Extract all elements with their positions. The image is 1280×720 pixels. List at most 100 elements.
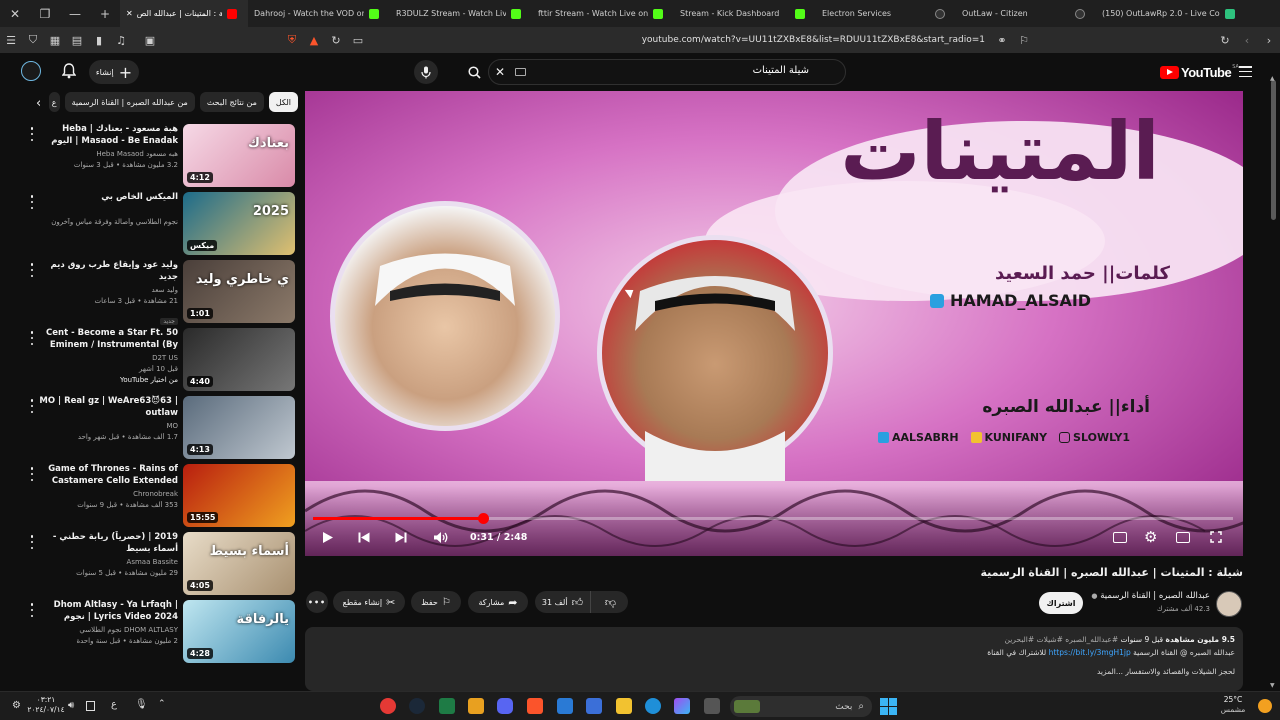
discord-icon[interactable] [497,698,513,714]
steam-icon[interactable] [409,698,425,714]
list-item[interactable]: 4:13 MO | Real gz | WeAre63😈63 | outlaw MO… [0,393,300,461]
clock[interactable]: ٠٣:٢١ ٢٠٢٤/٠٧/١٤ [26,695,66,715]
subtitles-icon[interactable] [1113,532,1127,543]
microphone-icon[interactable]: 🎙︎ [135,699,148,710]
page-scrollbar[interactable] [1271,80,1276,220]
video-thumbnail[interactable]: بعنادك 4:12 [183,124,295,187]
browser-tab[interactable]: R3DULZ Stream - Watch Live o [390,0,532,27]
task-view-icon[interactable] [704,698,720,714]
edge-icon[interactable] [645,698,661,714]
browser-tab[interactable]: Electron Services [816,0,956,27]
channel-name[interactable]: وليد سعد [38,286,178,294]
channel-name[interactable]: DHOM ALTLASY نجوم الطلاسي [38,626,178,634]
browser-tab[interactable]: (150) OutLawRp 2.0 - Live Comi [1096,0,1246,27]
video-title[interactable]: 2019 | (حصرياً) ربابة حطني - أسماء بسيط [38,531,178,555]
guide-menu-icon[interactable] [1239,66,1252,77]
chip-from-search[interactable]: من نتائج البحث [199,92,264,112]
clear-search-icon[interactable]: ✕ [495,65,505,79]
list-item[interactable]: 15:55 Game of Thrones - Rains of Castamer… [0,461,300,529]
new-tab-button[interactable]: + [90,0,120,27]
channel-name[interactable]: عبدالله الصبره | القناة الرسمية [1100,591,1210,601]
youtube-logo[interactable]: YouTube SA [1160,64,1239,80]
chip-partial[interactable]: ع [48,92,60,112]
play-icon[interactable] [322,531,334,544]
like-button[interactable]: 31 ألف 👍︎ [535,591,591,613]
forward-icon[interactable]: › [1259,30,1279,50]
brave-shield-icon[interactable]: ⛨ [282,30,302,50]
weather-widget[interactable]: 25°C مشمس [1218,695,1248,715]
settings-icon[interactable]: ⚙ [12,700,21,711]
channel-name[interactable]: هبه مسعود Heba Masaod [38,150,178,158]
settings-gear-icon[interactable]: ⚙ [1144,530,1157,545]
menu-icon[interactable]: ☰ [1,30,21,50]
more-options-icon[interactable] [28,263,36,277]
channel-avatar[interactable] [1216,591,1242,617]
miniplayer-icon[interactable] [1176,532,1190,543]
more-options-icon[interactable] [28,331,36,345]
obs-icon[interactable] [380,698,396,714]
device-icon[interactable] [86,701,95,711]
more-options-icon[interactable] [28,535,36,549]
search-input[interactable]: شيلة المتينات [753,65,809,76]
fullscreen-icon[interactable] [1210,531,1222,543]
reload-page-icon[interactable]: ↻ [326,30,346,50]
list-item[interactable]: بعنادك 4:12 هبة مسعود - بعنادك | Heba Masa… [0,121,300,189]
video-thumbnail[interactable]: 2025 ميكس [183,192,295,255]
restore-window-icon[interactable]: ❐ [30,0,60,27]
brave-icon[interactable] [527,698,543,714]
video-thumbnail[interactable]: 4:40 [183,328,295,391]
clip-button[interactable]: إنشاء مقطع ✂ [333,591,405,613]
more-options-icon[interactable] [28,399,36,413]
file-explorer-icon[interactable] [616,698,632,714]
app-orange-icon[interactable] [468,698,484,714]
cast-icon[interactable]: ▭ [348,30,368,50]
browser-tab[interactable]: ✕شيلة : المتينات | عبدالله الص [120,0,248,27]
list-item[interactable]: يالرفاقة 4:28 Dhom Altlasy - Ya Lrfaqh | L… [0,597,300,665]
save-button[interactable]: حفظ ⚐ [411,591,461,613]
sidebar-icon[interactable]: ▮ [89,30,109,50]
share-button[interactable]: مشاركة ➦ [468,591,528,613]
description-link[interactable]: https://bit.ly/3mgH1jp [1049,648,1131,657]
channel-name[interactable]: نجوم الطلاسي وأصالة وفرقة مياس وآخرون [38,218,178,226]
copilot-icon[interactable] [674,698,690,714]
list-item[interactable]: ي خاطري وليد 1:01 وليد عود وإيقاع طرب روق … [0,257,300,325]
avatar[interactable] [21,61,41,81]
rewards-icon[interactable]: ▲ [304,30,324,50]
music-icon[interactable]: ♫ [111,30,131,50]
more-actions-button[interactable]: ••• [306,591,328,613]
more-options-icon[interactable] [28,127,36,141]
browser-tab[interactable]: fttir Stream - Watch Live on Ki [532,0,674,27]
tabs-icon[interactable]: ▤ [67,30,87,50]
scroll-down-icon[interactable]: ▼ [1270,682,1275,689]
progress-scrubber[interactable] [478,513,489,524]
voice-search-icon[interactable] [414,60,438,84]
outlook-icon[interactable] [557,698,573,714]
refresh-icon[interactable]: ↻ [1215,30,1235,50]
description-box[interactable]: 9.5 مليون مشاهدة قبل 9 سنوات #عبدالله_ال… [305,627,1243,691]
chip-from-channel[interactable]: من عبدالله الصبره | القناة الرسمية [64,92,195,112]
video-player[interactable]: المتينات كلمات|| حمد السعيد HAMAD_ALSAID… [305,91,1243,556]
notifications-bell-icon[interactable] [62,63,76,79]
hashtags[interactable]: #عبدالله_الصبره #شيلات #البحرين [1004,635,1118,644]
description-line-2[interactable]: لحجز الشيلات والقصائد والاستفسار ...المز… [313,665,1235,678]
link-icon[interactable]: ⚭ [992,30,1012,50]
video-title[interactable]: MO | Real gz | WeAre63😈63 | outlaw [38,395,178,419]
video-title[interactable]: وليد عود وإيقاع طرب روق ديم جديد [38,259,178,283]
video-title[interactable]: هبة مسعود - بعنادك | Heba Masaod - Be En… [38,123,178,148]
dislike-button[interactable]: 👎︎ [593,591,628,613]
start-menu-icon[interactable] [880,698,897,715]
list-item[interactable]: 2025 ميكس الميكس الخاص بي نجوم الطلاسي وأصا… [0,189,300,257]
video-title[interactable]: Game of Thrones - Rains of Castamere Cel… [38,463,178,487]
keyboard-language[interactable]: ع [111,699,117,710]
volume-icon[interactable] [433,531,449,544]
scroll-up-icon[interactable]: ▲ [1270,75,1275,82]
shield-icon[interactable]: ⛉ [23,30,43,50]
channel-name[interactable]: MO [38,422,178,430]
video-title[interactable]: 50 Cent - Become a Star Ft. Eminem / Ins… [38,327,178,352]
speaker-icon[interactable]: 🔊︎ [68,700,74,711]
close-tab-icon[interactable]: ✕ [126,9,133,18]
video-thumbnail[interactable]: 4:13 [183,396,295,459]
list-item[interactable]: أسماء بسيط 4:05 2019 | (حصرياً) ربابة حطني… [0,529,300,597]
create-button[interactable]: إنشاء + [89,60,139,84]
list-item[interactable]: 4:40 50 Cent - Become a Star Ft. Eminem /… [0,325,300,393]
